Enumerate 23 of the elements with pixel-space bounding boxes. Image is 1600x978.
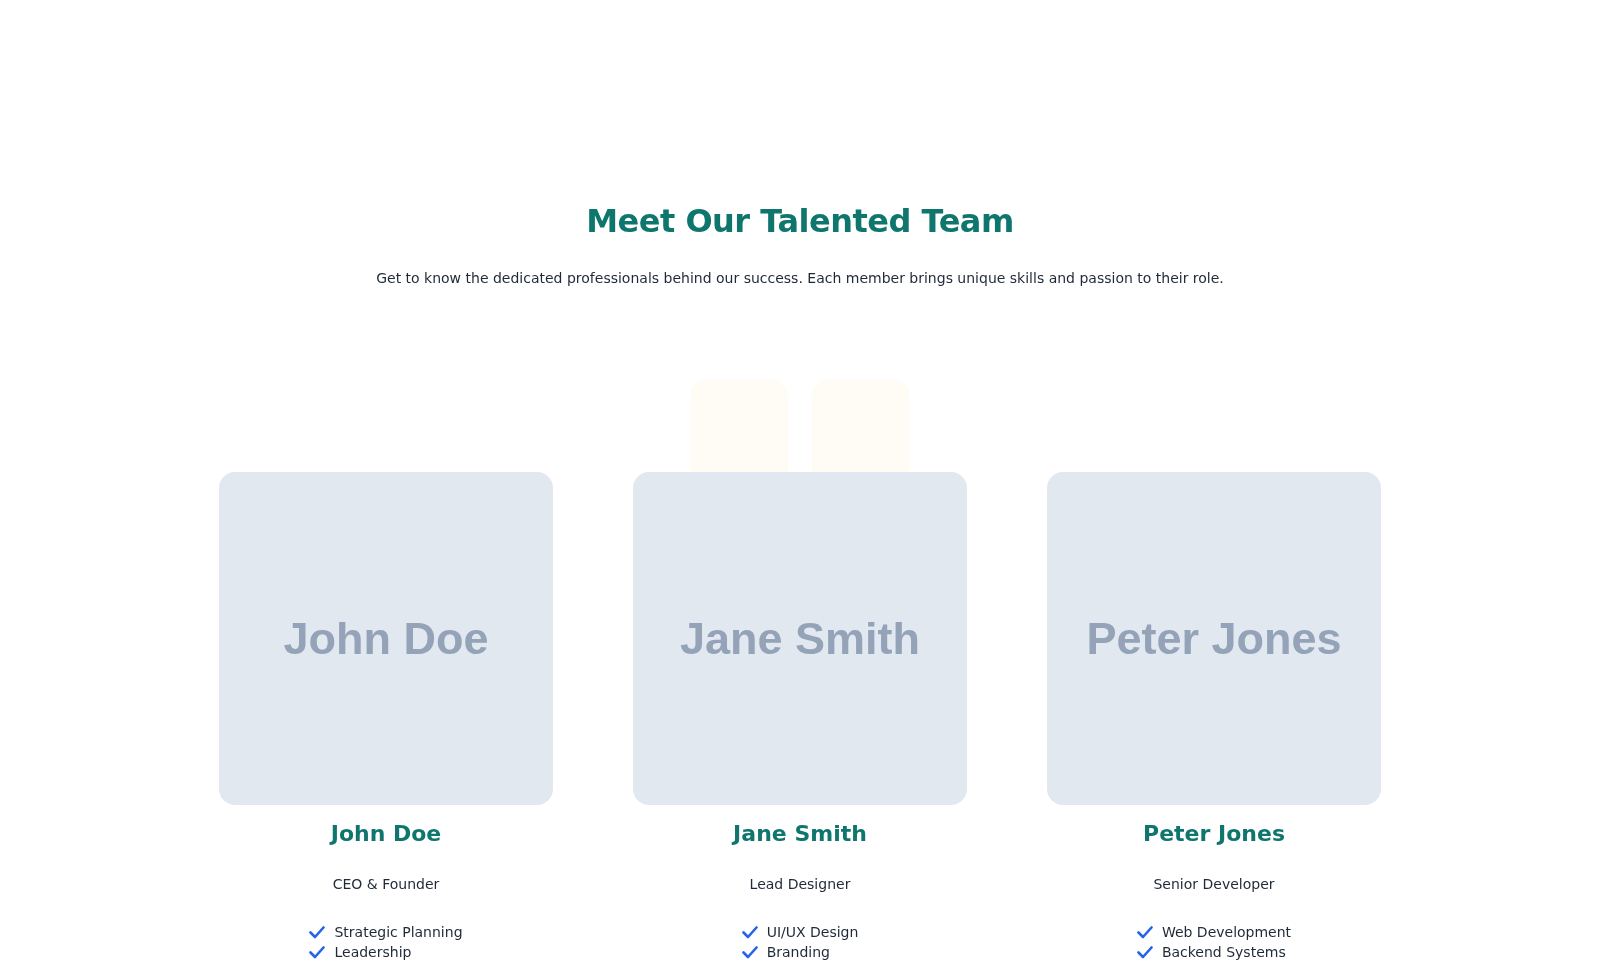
member-role: Lead Designer [749,876,851,892]
placeholder-label: Peter Jones [1086,612,1342,665]
checkmark-icon [309,945,326,959]
section-heading: Meet Our Talented Team [586,202,1014,240]
checkmark-icon [1136,925,1153,939]
checkmark-icon [741,925,758,939]
skill-text: Branding [766,944,830,960]
checkmark-icon [741,945,758,959]
member-role: CEO & Founder [332,876,440,892]
section-subtitle: Get to know the dedicated professionals behind our success. Each member brings unique skills and passion to their role. [376,270,1224,286]
skill-text: Backend Systems [1161,944,1286,960]
skill-text: UI/UX Design [766,924,859,940]
placeholder-label: John Doe [283,612,489,665]
placeholder-label: Jane Smith [679,612,921,665]
skill-text: Strategic Planning [334,924,463,940]
checkmark-icon [1136,945,1153,959]
member-name: John Doe [330,821,442,846]
skill-text: Web Development [1161,924,1292,940]
member-role: Senior Developer [1153,876,1275,892]
skill-text: Leadership [334,944,412,960]
member-name: Jane Smith [733,821,867,846]
checkmark-icon [309,925,326,939]
member-name: Peter Jones [1143,821,1285,846]
